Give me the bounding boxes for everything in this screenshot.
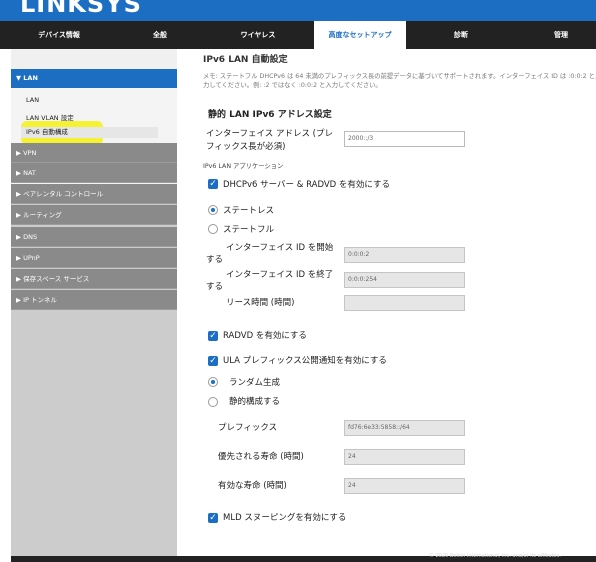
valid-lifetime-input[interactable]: 24 (344, 478, 465, 494)
stateless-radio[interactable] (208, 205, 218, 215)
tab-device-info[interactable]: デバイス情報 (0, 21, 118, 49)
static-config-radio[interactable] (208, 397, 218, 407)
app-root: LINKSYS デバイス情報 全般 ワイヤレス 高度なセットアップ 診断 管理 … (0, 0, 596, 562)
footer: © 2020 Belkin International, Inc. and/or… (11, 553, 596, 562)
copyright-text: © 2020 Belkin International, Inc. and/or… (429, 553, 561, 559)
sidebar-section-nat[interactable]: ▶ NAT (11, 163, 177, 183)
prefix-input[interactable]: fd76:6e33:5858::/64 (344, 420, 465, 436)
preferred-lifetime-label: 優先される寿命 (時間) (218, 452, 304, 462)
start-id-label-2: する (206, 255, 224, 265)
brand-bar: LINKSYS (0, 0, 596, 21)
memo-line-2: 力してください。例: :2 ではなく :0:0:2 と入力してください。 (203, 82, 382, 89)
mld-snooping-checkbox[interactable]: ✓ (208, 513, 218, 523)
end-id-label-2: する (206, 282, 224, 292)
radvd-label: RADVD を有効にする (223, 331, 307, 341)
ula-label: ULA プレフィックス公開通知を有効にする (223, 356, 387, 366)
iface-address-label-2: フィックス長が必須) (206, 142, 286, 152)
memo-line-1: メモ: ステートフル DHCPv6 は 64 未満のプレフィックス長の前提データ… (203, 73, 596, 80)
ula-checkbox[interactable]: ✓ (208, 356, 218, 366)
main-nav: デバイス情報 全般 ワイヤレス 高度なセットアップ 診断 管理 (0, 21, 596, 49)
sidebar-section-vpn[interactable]: ▶ VPN (11, 143, 177, 163)
tab-advanced-setup[interactable]: 高度なセットアップ (314, 21, 406, 49)
sidebar-section-storage[interactable]: ▶ 保存スペース サービス (11, 269, 177, 289)
end-id-input[interactable]: 0:0:0:254 (344, 272, 465, 288)
sidebar-section-lan-label: LAN (23, 74, 38, 82)
end-id-label-1: インターフェイス ID を終了 (226, 270, 334, 280)
dhcpv6-radvd-checkbox[interactable]: ✓ (208, 179, 218, 189)
tab-management[interactable]: 管理 (516, 21, 596, 49)
lease-time-label: リース時間 (時間) (226, 298, 295, 308)
radvd-checkbox[interactable]: ✓ (208, 331, 218, 341)
sidebar-section-dns-label: DNS (23, 233, 38, 241)
valid-lifetime-label: 有効な寿命 (時間) (218, 481, 287, 491)
sidebar-section-upnp-label: UPnP (23, 254, 40, 262)
tab-wireless[interactable]: ワイヤレス (202, 21, 314, 49)
tab-general[interactable]: 全般 (118, 21, 202, 49)
random-generate-radio[interactable] (208, 377, 218, 387)
start-id-input[interactable]: 0:0:0:2 (344, 247, 465, 263)
mld-snooping-label: MLD スヌーピングを有効にする (223, 513, 347, 523)
sidebar-section-parental-label: ペアレンタル コントロール (23, 190, 104, 198)
sidebar-section-routing-label: ルーティング (23, 211, 62, 219)
stateful-label: ステートフル (223, 225, 275, 235)
static-config-label: 静的構成する (229, 397, 281, 407)
main-content: IPv6 LAN 自動設定 メモ: ステートフル DHCPv6 は 64 未満の… (177, 49, 596, 556)
sidebar-section-storage-label: 保存スペース サービス (23, 275, 90, 283)
tab-diagnostics[interactable]: 診断 (406, 21, 516, 49)
static-lan-ipv6-title: 静的 LAN IPv6 アドレス設定 (208, 110, 332, 120)
sidebar-spacer (11, 49, 177, 69)
iface-address-input[interactable]: 2000::/3 (344, 131, 465, 147)
sidebar-item-lan[interactable]: LAN (26, 96, 39, 104)
page-title: IPv6 LAN 自動設定 (203, 55, 288, 65)
stateless-label: ステートレス (223, 206, 275, 216)
sidebar-section-ip-tunnel[interactable]: ▶ IP トンネル (11, 290, 177, 310)
sidebar-section-routing[interactable]: ▶ ルーティング (11, 205, 177, 225)
prefix-label: プレフィックス (218, 423, 278, 433)
lease-time-input[interactable] (344, 295, 465, 311)
iface-address-label-1: インターフェイス アドレス (プレ (206, 129, 333, 139)
sidebar-section-lan[interactable]: ▼ LAN (11, 69, 177, 88)
sidebar-section-vpn-label: VPN (23, 149, 37, 157)
sidebar-section-parental[interactable]: ▶ ペアレンタル コントロール (11, 184, 177, 204)
dhcpv6-radvd-label: DHCPv6 サーバー & RADVD を有効にする (223, 180, 391, 190)
sidebar: ▼ LAN LAN LAN VLAN 設定 IPv6 自動構成 ▶ VPN ▶ … (11, 49, 177, 556)
ipv6-lan-app-label: IPv6 LAN アプリケーション (203, 163, 284, 170)
random-generate-label: ランダム生成 (229, 378, 281, 388)
preferred-lifetime-input[interactable]: 24 (344, 449, 465, 465)
sidebar-section-ip-tunnel-label: IP トンネル (23, 296, 57, 304)
sidebar-item-ipv6-autoconfig[interactable]: IPv6 自動構成 (21, 127, 158, 138)
sidebar-section-nat-label: NAT (23, 169, 36, 177)
stateful-radio[interactable] (208, 224, 218, 234)
sidebar-section-dns[interactable]: ▶ DNS (11, 227, 177, 247)
start-id-label-1: インターフェイス ID を開始 (226, 243, 334, 253)
linksys-logo: LINKSYS (20, 0, 142, 18)
sidebar-section-upnp[interactable]: ▶ UPnP (11, 248, 177, 268)
